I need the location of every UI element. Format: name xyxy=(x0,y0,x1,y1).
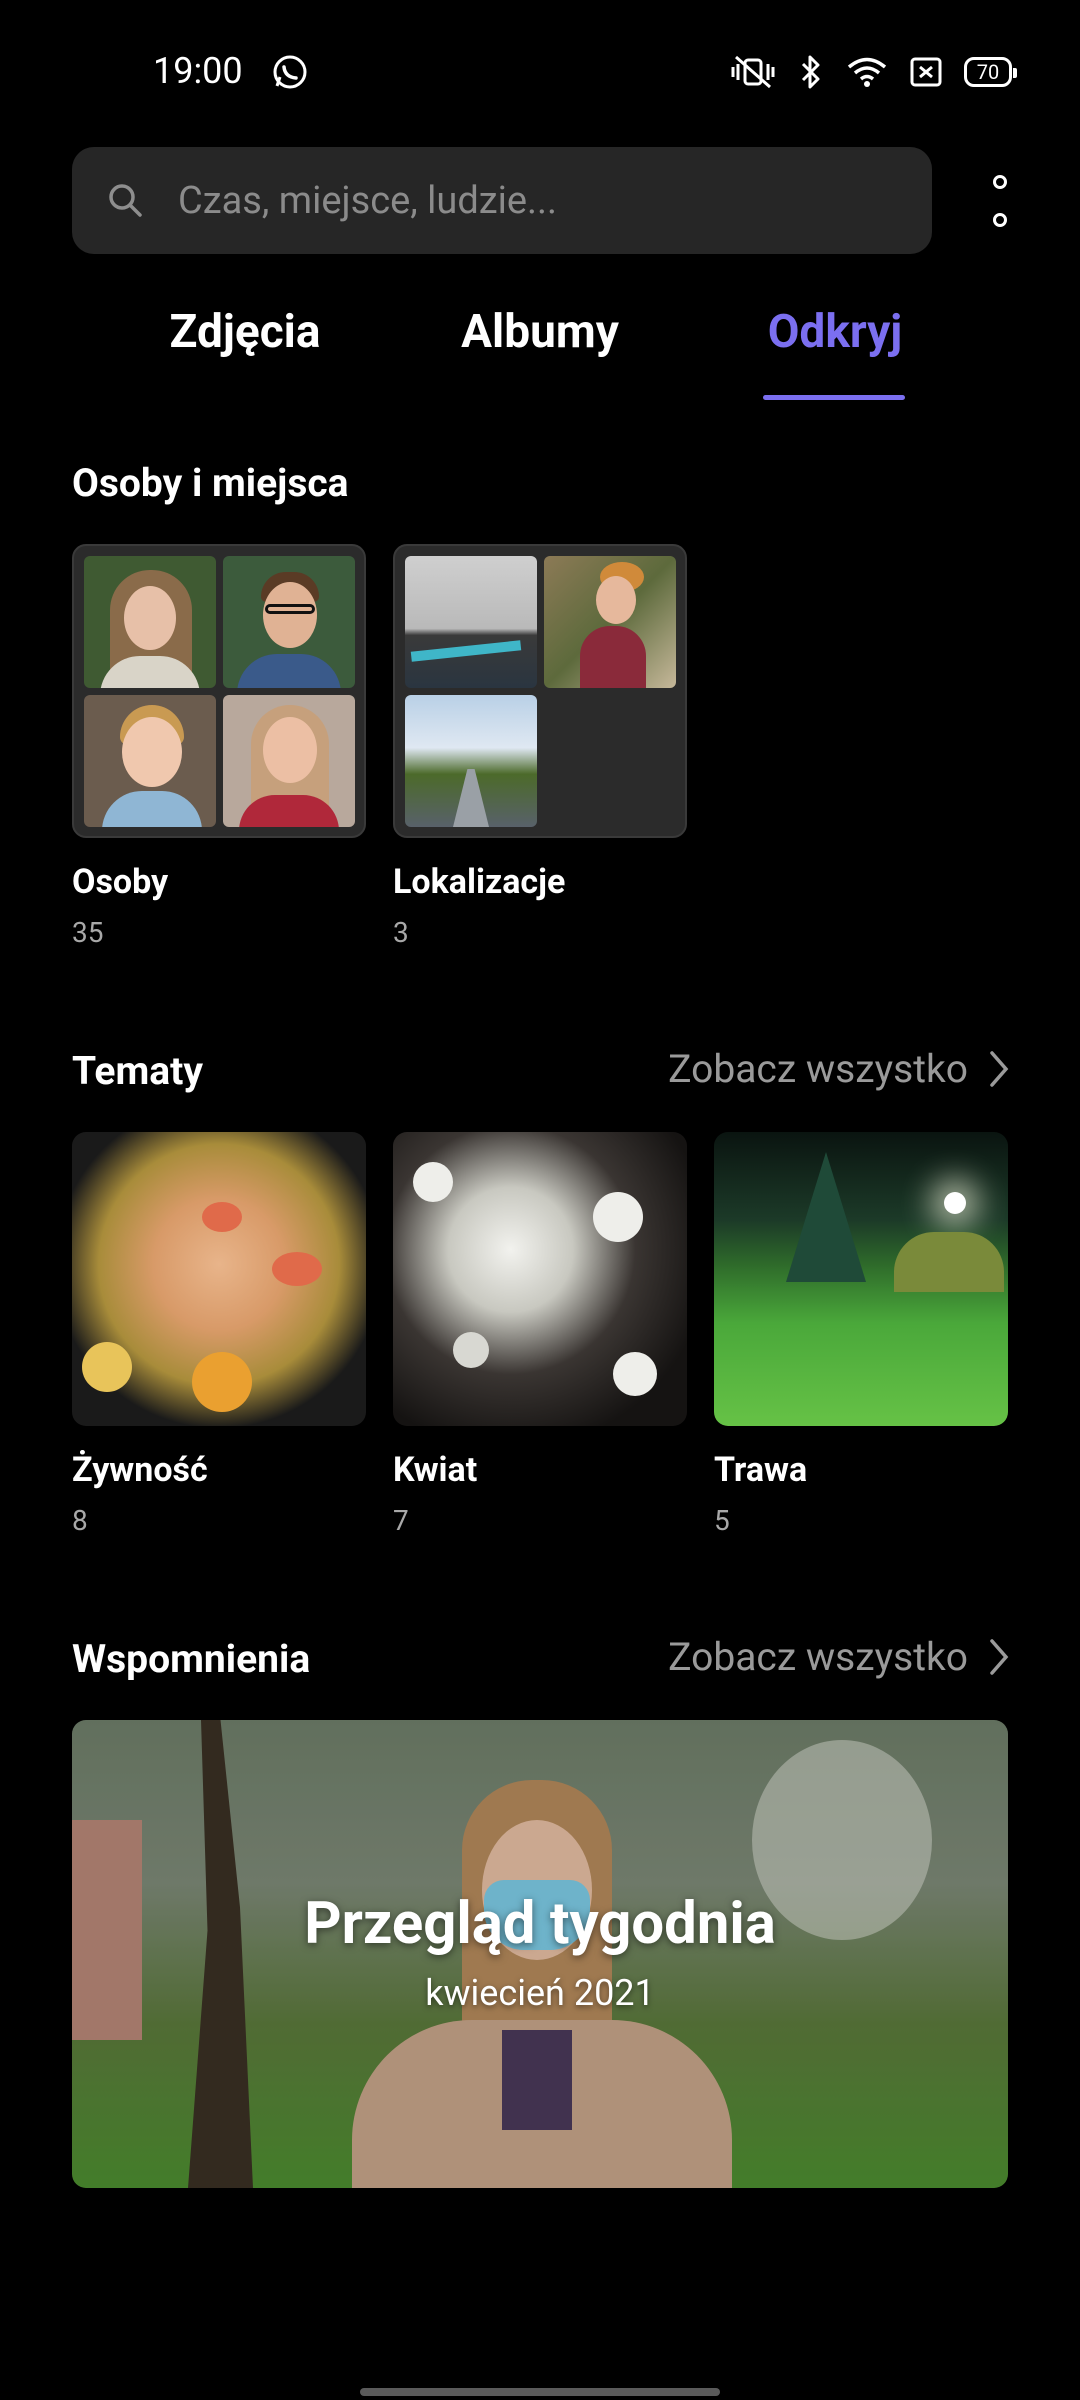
person-thumbnail xyxy=(84,556,216,688)
topic-grass-count: 5 xyxy=(714,1504,730,1537)
chevron-right-icon xyxy=(990,1639,1009,1675)
section-title-people-places: Osoby i miejsca xyxy=(72,460,349,506)
person-thumbnail xyxy=(84,695,216,827)
active-tab-indicator xyxy=(763,395,905,400)
topic-flower-count: 7 xyxy=(393,1504,409,1537)
section-title-memories: Wspomnienia xyxy=(72,1636,311,1682)
person-thumbnail xyxy=(223,695,355,827)
status-icons: 70 xyxy=(730,50,1017,94)
people-card[interactable] xyxy=(72,544,366,838)
topic-flower-thumbnail[interactable] xyxy=(393,1132,687,1426)
dot-icon xyxy=(993,175,1007,189)
whatsapp-icon xyxy=(273,55,307,89)
memories-see-all-link[interactable]: Zobacz wszystko xyxy=(668,1634,1010,1680)
topic-grass-thumbnail[interactable] xyxy=(714,1132,1008,1426)
gesture-navigation-bar[interactable] xyxy=(360,2388,720,2396)
section-title-topics: Tematy xyxy=(72,1048,203,1094)
see-all-label: Zobacz wszystko xyxy=(668,1634,968,1680)
dot-icon xyxy=(993,213,1007,227)
tab-photos[interactable]: Zdjęcia xyxy=(160,305,330,359)
topic-food-label: Żywność xyxy=(72,1450,208,1490)
topic-food-thumbnail[interactable] xyxy=(72,1132,366,1426)
person-thumbnail xyxy=(223,556,355,688)
no-sim-icon xyxy=(910,57,942,87)
search-input[interactable] xyxy=(176,177,880,224)
topic-grass-label: Trawa xyxy=(714,1450,808,1490)
search-icon xyxy=(109,183,142,217)
topics-see-all-link[interactable]: Zobacz wszystko xyxy=(668,1046,1010,1092)
chevron-right-icon xyxy=(990,1051,1009,1087)
locations-label: Lokalizacje xyxy=(393,862,566,902)
tab-albums[interactable]: Albumy xyxy=(450,305,630,359)
location-thumbnail xyxy=(405,695,537,827)
battery-icon: 70 xyxy=(964,57,1017,87)
status-time: 19:00 xyxy=(153,50,243,92)
people-count: 35 xyxy=(72,916,104,949)
locations-card[interactable] xyxy=(393,544,687,838)
bluetooth-icon xyxy=(801,55,820,89)
memory-title: Przegląd tygodnia xyxy=(304,1890,776,1958)
topic-food-count: 8 xyxy=(72,1504,88,1537)
memory-subtitle: kwiecień 2021 xyxy=(425,1972,655,2014)
vibrate-off-icon xyxy=(731,55,775,89)
topic-flower-label: Kwiat xyxy=(393,1450,478,1490)
search-bar[interactable] xyxy=(72,147,932,254)
wifi-icon xyxy=(847,57,887,87)
tab-discover[interactable]: Odkryj xyxy=(755,305,915,359)
more-options-button[interactable] xyxy=(980,175,1020,227)
people-label: Osoby xyxy=(72,862,169,902)
locations-count: 3 xyxy=(393,916,409,949)
see-all-label: Zobacz wszystko xyxy=(668,1046,968,1092)
location-thumbnail xyxy=(405,556,537,688)
location-thumbnail xyxy=(544,556,676,688)
